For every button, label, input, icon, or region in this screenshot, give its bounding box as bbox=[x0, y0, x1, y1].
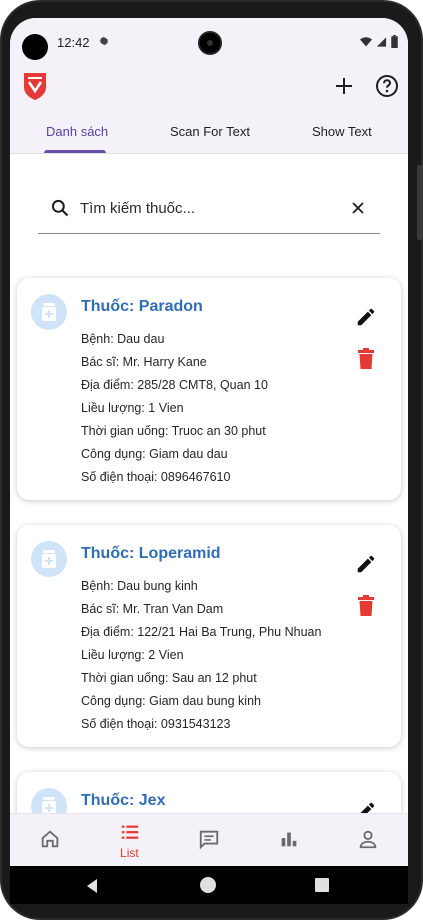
medicine-card[interactable]: Thuốc: Loperamid Bệnh: Dau bung kinh Bác… bbox=[17, 525, 401, 747]
tab-show-text[interactable]: Show Text bbox=[312, 124, 372, 139]
chat-icon bbox=[200, 830, 219, 850]
tab-indicator bbox=[44, 150, 106, 153]
list-icon bbox=[121, 825, 138, 839]
medicine-title: Thuốc: Jex bbox=[81, 792, 166, 809]
status-bar: 12:42 bbox=[10, 18, 408, 66]
medicine-phone: Số điện thoại: 0931543123 bbox=[81, 717, 231, 731]
home-icon bbox=[41, 830, 59, 848]
app-bar bbox=[10, 66, 408, 116]
medicine-location: Địa điểm: 122/21 Hai Ba Trung, Phu Nhuan bbox=[81, 625, 322, 639]
medicine-doctor: Bác sĩ: Mr. Harry Kane bbox=[81, 355, 207, 369]
medicine-card[interactable]: Thuốc: Paradon Bệnh: Dau dau Bác sĩ: Mr.… bbox=[17, 278, 401, 500]
tab-bar: Danh sách Scan For Text Show Text bbox=[10, 116, 408, 154]
medicine-phone: Số điện thoại: 0896467610 bbox=[81, 470, 231, 484]
medicine-bottle-icon bbox=[42, 550, 56, 568]
medicine-usage: Công dụng: Giam dau dau bbox=[81, 447, 228, 461]
status-icons bbox=[360, 35, 398, 48]
medicine-usage: Công dụng: Giam dau bung kinh bbox=[81, 694, 261, 708]
home-circle-icon[interactable] bbox=[200, 877, 216, 893]
nav-chat[interactable] bbox=[169, 814, 249, 866]
edit-button[interactable] bbox=[355, 306, 377, 328]
app-logo-icon bbox=[24, 73, 46, 100]
add-button[interactable] bbox=[332, 74, 356, 98]
person-icon bbox=[360, 830, 377, 849]
bottom-navigation: List bbox=[10, 813, 408, 866]
settings-gear-icon bbox=[99, 36, 109, 46]
medicine-time: Thời gian uống: Sau an 12 phut bbox=[81, 671, 257, 685]
medicine-avatar bbox=[31, 294, 67, 330]
wifi-icon bbox=[360, 36, 372, 46]
nav-stats[interactable] bbox=[249, 814, 329, 866]
medicine-details: Bệnh: Dau bung kinh Bác sĩ: Mr. Tran Van… bbox=[81, 575, 321, 736]
recent-apps-icon[interactable] bbox=[315, 878, 329, 892]
nav-list-label: List bbox=[120, 846, 139, 860]
search-input[interactable] bbox=[80, 195, 330, 221]
search-bar bbox=[38, 190, 380, 234]
nav-profile[interactable] bbox=[328, 814, 408, 866]
delete-button[interactable] bbox=[357, 595, 375, 617]
medicine-disease: Bệnh: Dau dau bbox=[81, 332, 165, 346]
bar-chart-icon bbox=[281, 832, 297, 847]
status-time: 12:42 bbox=[57, 35, 90, 50]
nav-list[interactable]: List bbox=[90, 814, 170, 866]
tab-danh-sach[interactable]: Danh sách bbox=[46, 124, 108, 139]
medicine-dosage: Liều lượng: 1 Vien bbox=[81, 401, 184, 415]
system-navigation-bar bbox=[10, 866, 408, 904]
medicine-time: Thời gian uống: Truoc an 30 phut bbox=[81, 424, 266, 438]
medicine-bottle-icon bbox=[42, 303, 56, 321]
front-camera bbox=[198, 31, 222, 55]
medicine-title: Thuốc: Paradon bbox=[81, 298, 203, 315]
back-icon[interactable] bbox=[84, 878, 100, 894]
tab-scan-for-text[interactable]: Scan For Text bbox=[170, 124, 250, 139]
battery-icon bbox=[391, 35, 398, 48]
camera-hole bbox=[22, 34, 48, 60]
medicine-doctor: Bác sĩ: Mr. Tran Van Dam bbox=[81, 602, 224, 616]
app-screen: 12:42 Danh sách Scan For Text Show Text … bbox=[10, 18, 408, 866]
signal-icon bbox=[376, 36, 387, 47]
delete-button[interactable] bbox=[357, 348, 375, 370]
medicine-disease: Bệnh: Dau bung kinh bbox=[81, 579, 198, 593]
medicine-details: Bệnh: Dau dau Bác sĩ: Mr. Harry Kane Địa… bbox=[81, 328, 268, 489]
medicine-dosage: Liều lượng: 2 Vien bbox=[81, 648, 184, 662]
edit-button[interactable] bbox=[355, 553, 377, 575]
search-icon bbox=[51, 199, 69, 217]
help-button[interactable] bbox=[374, 73, 400, 99]
phone-side-button bbox=[417, 165, 423, 240]
clear-search-icon[interactable] bbox=[348, 198, 368, 218]
medicine-title: Thuốc: Loperamid bbox=[81, 545, 221, 562]
medicine-location: Địa điểm: 285/28 CMT8, Quan 10 bbox=[81, 378, 268, 392]
nav-home[interactable] bbox=[10, 814, 90, 866]
medicine-avatar bbox=[31, 541, 67, 577]
